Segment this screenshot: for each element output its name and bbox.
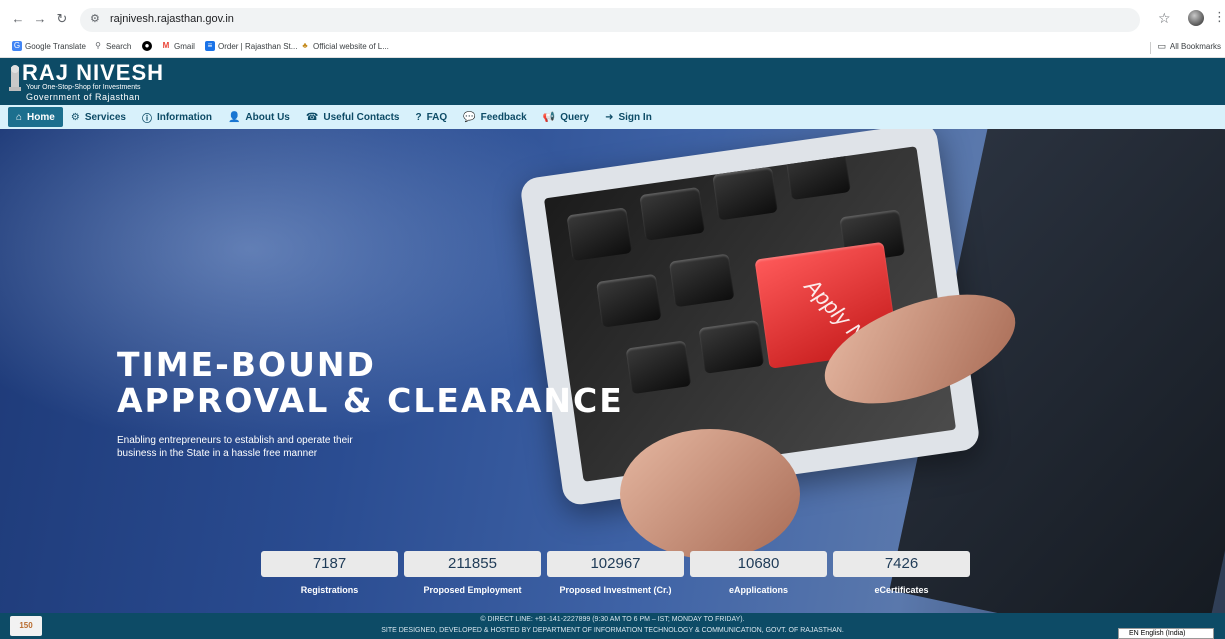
emblem-icon: ♣	[302, 41, 308, 50]
order-icon: ≡	[205, 41, 215, 51]
footer-credits: SITE DESIGNED, DEVELOPED & HOSTED BY DEP…	[381, 627, 844, 634]
nav-services[interactable]: ⚙ Services	[63, 107, 134, 127]
main-navigation: ⌂ Home ⚙ Services ⓘ Information 👤 About …	[0, 105, 1225, 129]
stat-value: 7187	[261, 551, 398, 577]
question-icon: ?	[415, 111, 422, 123]
bookmark-star-icon[interactable]: ☆	[1158, 10, 1171, 27]
stat-value: 10680	[690, 551, 827, 577]
keyboard-key	[639, 186, 706, 241]
stat-value: 102967	[547, 551, 684, 577]
nav-home[interactable]: ⌂ Home	[8, 107, 63, 127]
keyboard-key	[712, 166, 779, 221]
keyboard-key	[625, 340, 692, 395]
stat-label: eCertificates	[874, 585, 929, 595]
hero-banner: Apply Now TIME-BOUND APPROVAL & CLEARANC…	[0, 129, 1225, 613]
nav-query[interactable]: 📢 Query	[535, 107, 597, 127]
state-emblem-icon	[9, 65, 21, 91]
stat-proposed-investment: 102967 Proposed Investment (Cr.)	[547, 551, 684, 595]
stat-value: 211855	[404, 551, 541, 577]
megaphone-icon: 📢	[542, 111, 556, 123]
keyboard-key	[566, 207, 633, 262]
forward-icon[interactable]: →	[32, 11, 48, 27]
profile-avatar[interactable]	[1188, 10, 1204, 26]
keyboard-key	[785, 146, 851, 201]
hero-hand-left	[620, 429, 800, 559]
site-footer: 150 © DIRECT LINE: +91-141-2227899 (9:30…	[0, 613, 1225, 639]
search-icon: ⚲	[95, 41, 101, 50]
menu-kebab-icon[interactable]: ⋮	[1213, 9, 1225, 25]
site-title[interactable]: RAJ NIVESH	[22, 60, 164, 86]
bookmark-official-website[interactable]: ♣ Official website of L...	[300, 41, 389, 51]
back-icon[interactable]: ←	[10, 11, 26, 27]
bookmark-search[interactable]: ⚲ Search	[93, 41, 131, 51]
nav-useful-contacts[interactable]: ☎ Useful Contacts	[298, 107, 408, 127]
bookmark-gmail[interactable]: M Gmail	[161, 41, 195, 51]
stat-ecertificates: 7426 eCertificates	[833, 551, 970, 595]
stat-registrations: 7187 Registrations	[261, 551, 398, 595]
stat-label: Registrations	[300, 585, 359, 595]
language-indicator[interactable]: EN English (India)	[1118, 628, 1214, 639]
stat-value: 7426	[833, 551, 970, 577]
stats-strip: 7187 Registrations 211855 Proposed Emplo…	[261, 551, 970, 595]
nav-feedback[interactable]: 💬 Feedback	[455, 107, 535, 127]
comments-icon: 💬	[463, 111, 476, 123]
address-bar[interactable]: ⚙ rajnivesh.rajasthan.gov.in	[80, 8, 1140, 32]
bookmark-order-rajasthan[interactable]: ≡ Order | Rajasthan St...	[205, 41, 297, 51]
site-header: RAJ NIVESH Your One-Stop-Shop for Invest…	[0, 58, 1225, 105]
reload-icon[interactable]: ↻	[54, 11, 70, 27]
bookmarks-bar: G Google Translate ⚲ Search ● M Gmail ≡ …	[0, 38, 1225, 58]
keyboard-key	[596, 273, 662, 328]
user-icon: 👤	[227, 111, 241, 123]
folder-icon: ▭	[1157, 41, 1166, 51]
site-government: Government of Rajasthan	[26, 92, 141, 102]
github-icon: ●	[142, 41, 152, 51]
nav-sign-in[interactable]: ➜ Sign In	[597, 107, 660, 127]
keyboard-key	[698, 319, 765, 374]
address-url[interactable]: rajnivesh.rajasthan.gov.in	[110, 13, 234, 25]
contact-icon: ☎	[305, 111, 319, 123]
keyboard-key	[668, 253, 735, 308]
stat-label: eApplications	[728, 585, 788, 595]
nav-about-us[interactable]: 👤 About Us	[220, 107, 298, 127]
bookmark-separator	[1150, 42, 1151, 54]
bookmark-google-translate[interactable]: G Google Translate	[12, 41, 86, 51]
stat-eapplications: 10680 eApplications	[690, 551, 827, 595]
site-tagline: Your One-Stop-Shop for Investments	[26, 84, 141, 91]
nav-faq[interactable]: ? FAQ	[407, 107, 455, 127]
gmail-icon: M	[162, 41, 170, 50]
all-bookmarks[interactable]: ▭ All Bookmarks	[1157, 41, 1221, 52]
footer-direct-line: © DIRECT LINE: +91-141-2227899 (9:30 AM …	[480, 616, 745, 623]
browser-toolbar: ← → ↻ ⚙ rajnivesh.rajasthan.gov.in ☆ ⋮	[0, 0, 1225, 38]
bookmark-github[interactable]: ●	[142, 41, 152, 51]
sign-in-icon: ➜	[605, 111, 614, 123]
hero-subtitle: Enabling entrepreneurs to establish and …	[117, 435, 353, 459]
info-icon: ⓘ	[141, 113, 152, 125]
site-info-icon[interactable]: ⚙	[90, 12, 100, 25]
stat-label: Proposed Employment	[423, 585, 522, 595]
stat-label: Proposed Investment (Cr.)	[559, 585, 672, 595]
translate-icon: G	[12, 41, 22, 51]
stat-proposed-employment: 211855 Proposed Employment	[404, 551, 541, 595]
gear-icon: ⚙	[70, 111, 80, 123]
nav-information[interactable]: ⓘ Information	[134, 107, 220, 127]
home-icon: ⌂	[16, 111, 23, 123]
hero-title: TIME-BOUND APPROVAL & CLEARANCE	[117, 345, 624, 420]
